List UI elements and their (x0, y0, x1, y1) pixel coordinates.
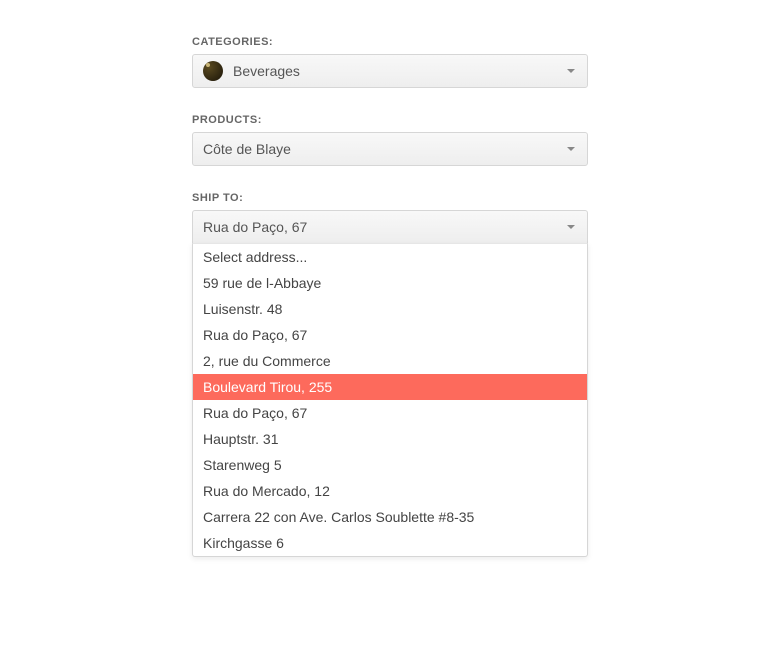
ship-to-option[interactable]: 59 rue de l-Abbaye (193, 270, 587, 296)
products-label: PRODUCTS: (192, 114, 770, 126)
ship-to-option[interactable]: Hauptstr. 31 (193, 426, 587, 452)
categories-trigger[interactable]: Beverages (192, 54, 588, 88)
chevron-down-icon (567, 225, 575, 229)
ship-to-option[interactable]: Luisenstr. 48 (193, 296, 587, 322)
ship-to-option[interactable]: Select address... (193, 244, 587, 270)
ship-to-label: SHIP TO: (192, 192, 770, 204)
ship-to-option[interactable]: Starenweg 5 (193, 452, 587, 478)
ship-to-trigger[interactable]: Rua do Paço, 67 (192, 210, 588, 244)
ship-to-option[interactable]: Rua do Mercado, 12 (193, 478, 587, 504)
ship-to-option[interactable]: Rua do Paço, 67 (193, 322, 587, 348)
products-selected-value: Côte de Blaye (203, 141, 291, 157)
ship-to-option[interactable]: Carrera 22 con Ave. Carlos Soublette #8-… (193, 504, 587, 530)
ship-to-option[interactable]: Kirchgasse 6 (193, 530, 587, 556)
beverages-icon (203, 61, 223, 81)
categories-label: CATEGORIES: (192, 36, 770, 48)
ship-to-option[interactable]: Rua do Paço, 67 (193, 400, 587, 426)
ship-to-options-list: Select address...59 rue de l-AbbayeLuise… (192, 243, 588, 557)
ship-to-dropdown: Rua do Paço, 67 Select address...59 rue … (192, 210, 588, 244)
chevron-down-icon (567, 69, 575, 73)
products-trigger[interactable]: Côte de Blaye (192, 132, 588, 166)
categories-dropdown: Beverages (192, 54, 588, 88)
ship-to-selected-value: Rua do Paço, 67 (203, 219, 307, 235)
chevron-down-icon (567, 147, 575, 151)
ship-to-option[interactable]: 2, rue du Commerce (193, 348, 587, 374)
products-dropdown: Côte de Blaye (192, 132, 588, 166)
ship-to-option[interactable]: Boulevard Tirou, 255 (193, 374, 587, 400)
categories-selected-value: Beverages (233, 63, 300, 79)
